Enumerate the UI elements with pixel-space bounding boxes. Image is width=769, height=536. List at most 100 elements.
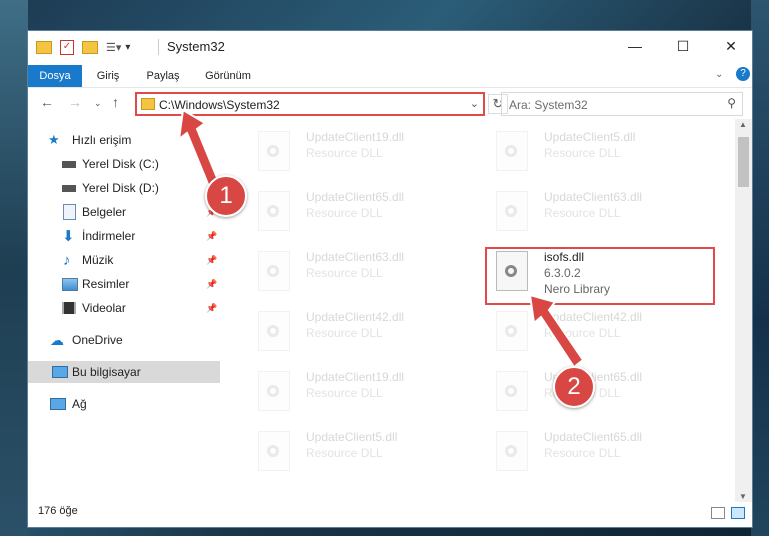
list-item[interactable]: UpdateClient5.dll Resource DLL [476,127,706,185]
network-icon [50,398,66,410]
file-name: UpdateClient5.dll [544,130,636,144]
search-input[interactable]: Ara: System32 ⚲ [501,92,743,116]
sidebar-item-music[interactable]: ♪ Müzik 📌 [28,249,220,271]
title-bar: ✓ ☰▾ ▾ System32 — ☐ ✕ [28,31,752,63]
recent-locations-icon[interactable]: ⌄ [94,98,102,109]
vertical-scrollbar[interactable]: ▲ ▼ [735,119,752,502]
drive-icon [62,160,76,168]
scrollbar-thumb[interactable] [738,137,749,187]
dll-file-icon [496,191,528,231]
navigation-bar: ← → ⌄ ↑ C:\Windows\System32 ⌄ ↻ Ara: Sys… [28,87,752,120]
sidebar-item-pictures[interactable]: Resimler 📌 [28,273,220,295]
tab-file[interactable]: Dosya [28,65,82,87]
explorer-window: ✓ ☰▾ ▾ System32 — ☐ ✕ Dosya Giriş Paylaş… [27,30,753,528]
pictures-icon [62,277,78,291]
view-options-icon[interactable]: ☰▾ [106,41,121,54]
sidebar-item-this-pc[interactable]: Bu bilgisayar [28,361,220,383]
expand-ribbon-icon[interactable]: ⌄ [715,69,723,80]
large-icons-view-icon[interactable] [731,507,745,519]
annotation-marker-one: 1 [205,175,247,217]
cloud-icon: ☁ [50,331,64,348]
window-title: System32 [167,39,225,54]
list-item[interactable]: UpdateClient65.dll Resource DLL [476,427,706,485]
search-placeholder: Ara: System32 [509,98,588,112]
customize-toolbar-icon[interactable]: ▾ [125,42,130,53]
tab-share[interactable]: Paylaş [138,65,188,87]
tab-home[interactable]: Giriş [88,65,128,87]
file-type: Resource DLL [306,206,383,220]
sidebar-item-label: İndirmeler [82,229,136,243]
dll-file-icon [258,431,290,471]
list-item[interactable]: UpdateClient63.dll Resource DLL [238,247,468,305]
pin-icon[interactable]: 📌 [206,279,217,290]
sidebar-item-label: Belgeler [82,205,127,219]
close-button[interactable]: ✕ [708,31,754,61]
sidebar-item-network[interactable]: Ağ [28,393,220,415]
sidebar-item-downloads[interactable]: ⬇ İndirmeler 📌 [28,225,220,247]
list-item[interactable]: UpdateClient19.dll Resource DLL [238,127,468,185]
file-type: Resource DLL [544,206,621,220]
star-icon: ★ [48,132,60,147]
pin-icon[interactable]: 📌 [206,231,217,242]
minimize-button[interactable]: — [612,31,658,61]
scroll-up-icon[interactable]: ▲ [739,120,747,129]
dll-file-icon [496,371,528,411]
sidebar-item-label: Videolar [82,301,126,315]
address-dropdown-icon[interactable]: ⌄ [470,97,479,110]
pin-icon[interactable]: 📌 [206,303,217,314]
dll-file-icon [258,191,290,231]
dll-file-icon [258,251,290,291]
document-icon [63,204,76,220]
new-folder-icon[interactable] [82,40,98,54]
help-icon[interactable]: ? [736,67,750,81]
list-item[interactable]: UpdateClient19.dll Resource DLL [238,367,468,425]
file-type: Resource DLL [306,446,383,460]
folder-icon [141,98,155,110]
annotation-marker-two: 2 [553,366,595,408]
file-type: Resource DLL [306,146,383,160]
ribbon-tabs: Dosya Giriş Paylaş Görünüm ⌄ ? [28,63,752,87]
sidebar-item-onedrive[interactable]: ☁ OneDrive [28,329,220,351]
dll-file-icon [496,431,528,471]
file-name: UpdateClient63.dll [306,250,405,264]
sidebar-item-label: Bu bilgisayar [72,365,141,379]
list-item[interactable]: UpdateClient63.dll Resource DLL [476,187,706,245]
details-view-icon[interactable] [711,507,725,519]
folder-icon[interactable] [36,40,52,54]
dll-file-icon [496,131,528,171]
up-arrow-icon[interactable]: ↑ [112,94,119,110]
pin-icon[interactable]: 📌 [206,255,217,266]
scroll-down-icon[interactable]: ▼ [739,492,747,501]
maximize-button[interactable]: ☐ [660,31,706,61]
tab-view[interactable]: Görünüm [196,65,260,87]
back-arrow-icon[interactable]: ← [40,94,54,110]
sidebar-item-label: Müzik [82,253,114,267]
dll-file-icon [258,311,290,351]
file-name: UpdateClient65.dll [544,430,643,444]
dll-file-icon [258,131,290,171]
sidebar-item-documents[interactable]: Belgeler 📌 [28,201,220,223]
properties-icon[interactable]: ✓ [60,39,74,55]
search-icon[interactable]: ⚲ [727,96,736,110]
sidebar-item-label: Ağ [72,397,87,411]
list-item[interactable]: UpdateClient65.dll Resource DLL [238,187,468,245]
sidebar-item-videos[interactable]: Videolar 📌 [28,297,220,319]
highlight-box [485,247,715,305]
dll-file-icon [496,311,528,351]
list-item[interactable]: UpdateClient42.dll Resource DLL [238,307,468,365]
sidebar-item-label: Resimler [82,277,130,291]
list-item[interactable]: UpdateClient5.dll Resource DLL [238,427,468,485]
sidebar-item-label: OneDrive [72,333,123,347]
file-name: UpdateClient19.dll [306,130,405,144]
sidebar-item-label: Yerel Disk (C:) [82,157,159,171]
file-type: Resource DLL [306,266,383,280]
forward-arrow-icon[interactable]: → [68,94,82,110]
sidebar-item-label: Yerel Disk (D:) [82,181,159,195]
drive-icon [62,184,76,192]
file-type: Resource DLL [306,386,383,400]
quick-access-toolbar: ✓ ☰▾ ▾ [36,37,130,57]
file-list: UpdateClient19.dll Resource DLL UpdateCl… [228,125,736,500]
desktop-background-right [751,0,769,536]
download-icon: ⬇ [62,228,75,245]
file-name: UpdateClient65.dll [306,190,405,204]
